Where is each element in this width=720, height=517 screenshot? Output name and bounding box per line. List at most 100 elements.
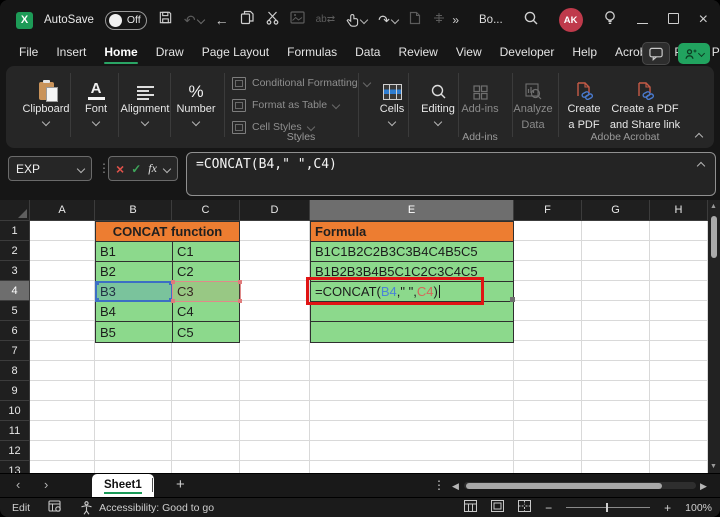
more-commands-button[interactable]: » <box>452 14 459 26</box>
zoom-slider[interactable] <box>566 502 651 512</box>
vertical-scroll-thumb[interactable] <box>711 216 717 258</box>
tab-draw[interactable]: Draw <box>147 41 193 65</box>
row-header-1[interactable]: 1 <box>0 221 30 241</box>
tab-page-layout[interactable]: Page Layout <box>193 41 278 65</box>
tab-help[interactable]: Help <box>563 41 606 65</box>
vertical-scrollbar[interactable]: ▲ ▼ <box>708 200 720 473</box>
touch-mouse-mode-button[interactable] <box>346 13 369 28</box>
row-header-9[interactable]: 9 <box>0 381 30 401</box>
zoom-level[interactable]: 100% <box>685 502 712 514</box>
cell-e2[interactable]: B1C1B2C2B3C3B4C4B5C5 <box>311 242 513 262</box>
row-header-5[interactable]: 5 <box>0 301 30 321</box>
row-header-2[interactable]: 2 <box>0 241 30 261</box>
format-as-table-button[interactable]: Format as Table <box>232 94 370 116</box>
row-header-4[interactable]: 4 <box>0 281 30 301</box>
tab-data[interactable]: Data <box>346 41 389 65</box>
copy-button[interactable] <box>240 10 255 30</box>
scroll-up-icon[interactable]: ▲ <box>710 203 717 210</box>
row-header-3[interactable]: 3 <box>0 261 30 281</box>
page-layout-view-button[interactable] <box>491 500 505 515</box>
tips-button[interactable] <box>603 10 617 31</box>
row-header-11[interactable]: 11 <box>0 421 30 441</box>
column-header-e[interactable]: E <box>310 200 514 221</box>
cell-c2[interactable]: C1 <box>173 242 239 262</box>
row-header-12[interactable]: 12 <box>0 441 30 461</box>
tab-file[interactable]: File <box>10 41 47 65</box>
alignment-group-button[interactable]: Alignment <box>114 74 176 126</box>
cell-e1[interactable]: Formula <box>311 222 513 242</box>
tab-insert[interactable]: Insert <box>47 41 95 65</box>
comments-button[interactable] <box>642 42 670 65</box>
column-header-f[interactable]: F <box>514 200 582 221</box>
redo-button[interactable]: ↷ <box>378 13 400 27</box>
column-header-b[interactable]: B <box>95 200 172 221</box>
insert-function-button[interactable]: fx <box>148 161 157 176</box>
scroll-right-icon[interactable]: ▶ <box>700 481 707 492</box>
row-header-6[interactable]: 6 <box>0 321 30 341</box>
select-all-corner[interactable] <box>0 200 30 221</box>
cell-e5[interactable] <box>311 302 513 322</box>
save-button[interactable] <box>158 10 173 30</box>
font-group-button[interactable]: A Font <box>74 74 118 126</box>
column-header-d[interactable]: D <box>240 200 310 221</box>
cut-button[interactable] <box>266 11 279 30</box>
horizontal-scrollbar[interactable] <box>464 482 696 489</box>
horizontal-scroll-thumb[interactable] <box>466 482 662 489</box>
number-group-button[interactable]: % Number <box>170 74 222 126</box>
conditional-formatting-button[interactable]: Conditional Formatting <box>232 72 371 94</box>
tab-formulas[interactable]: Formulas <box>278 41 346 65</box>
close-button[interactable]: × <box>699 12 708 28</box>
fill-handle[interactable] <box>510 297 515 302</box>
zoom-slider-thumb[interactable] <box>606 502 609 512</box>
column-header-c[interactable]: C <box>172 200 240 221</box>
tab-review[interactable]: Review <box>389 41 446 65</box>
cell-b3[interactable]: B2 <box>96 262 173 282</box>
freeze-panes-button[interactable] <box>432 11 446 29</box>
next-sheet-button[interactable]: › <box>44 478 48 491</box>
cell-c5[interactable]: C4 <box>173 302 239 322</box>
tab-home[interactable]: Home <box>95 41 146 65</box>
search-button[interactable] <box>523 10 539 31</box>
formula-input[interactable]: =CONCAT(B4," ",C4) <box>186 152 716 196</box>
cell-b1-merged[interactable]: CONCAT function <box>96 222 239 242</box>
cell-b2[interactable]: B1 <box>96 242 173 262</box>
tab-developer[interactable]: Developer <box>491 41 564 65</box>
row-header-7[interactable]: 7 <box>0 341 30 361</box>
cell-e6[interactable] <box>311 322 513 342</box>
collapse-ribbon-button[interactable] <box>694 132 704 142</box>
scroll-left-icon[interactable]: ◀ <box>452 481 459 492</box>
enter-button[interactable]: ✓ <box>131 163 141 175</box>
add-sheet-button[interactable]: + <box>176 476 185 493</box>
analyze-data-button[interactable]: Analyze Data <box>507 74 559 131</box>
sheet-options-icon[interactable]: ⋮ <box>433 478 445 492</box>
row-header-13[interactable]: 13 <box>0 461 30 473</box>
column-header-h[interactable]: H <box>650 200 708 221</box>
cell-b6[interactable]: B5 <box>96 322 173 342</box>
sheet-tab-sheet1[interactable]: Sheet1 <box>92 474 154 497</box>
normal-view-button[interactable] <box>464 500 478 515</box>
tab-view[interactable]: View <box>447 41 491 65</box>
column-header-a[interactable]: A <box>30 200 95 221</box>
macro-record-button[interactable] <box>48 500 62 515</box>
row-header-10[interactable]: 10 <box>0 401 30 421</box>
addins-button[interactable]: Add-ins <box>454 74 506 116</box>
zoom-out-button[interactable]: − <box>545 501 552 515</box>
back-button[interactable]: ← <box>215 13 229 27</box>
replace-button[interactable]: ab⇄ <box>316 15 336 25</box>
undo-button[interactable]: ↶ <box>184 13 205 27</box>
cell-c6[interactable]: C5 <box>173 322 239 342</box>
paste-button[interactable] <box>290 11 305 29</box>
cancel-button[interactable]: × <box>116 162 124 176</box>
row-header-8[interactable]: 8 <box>0 361 30 381</box>
clipboard-group-button[interactable]: Clipboard <box>19 74 73 126</box>
cell-b5[interactable]: B4 <box>96 302 173 322</box>
column-header-g[interactable]: G <box>582 200 650 221</box>
accessibility-status[interactable]: Accessibility: Good to go <box>80 500 214 515</box>
page-break-view-button[interactable] <box>518 500 532 515</box>
prev-sheet-button[interactable]: ‹ <box>16 478 20 491</box>
collapse-formula-bar-button[interactable] <box>696 161 706 171</box>
name-box[interactable]: EXP <box>8 156 92 181</box>
new-file-button[interactable] <box>409 11 421 30</box>
cell-c3[interactable]: C2 <box>173 262 239 282</box>
create-pdf-share-button[interactable]: Create a PDF and Share link <box>602 74 688 131</box>
